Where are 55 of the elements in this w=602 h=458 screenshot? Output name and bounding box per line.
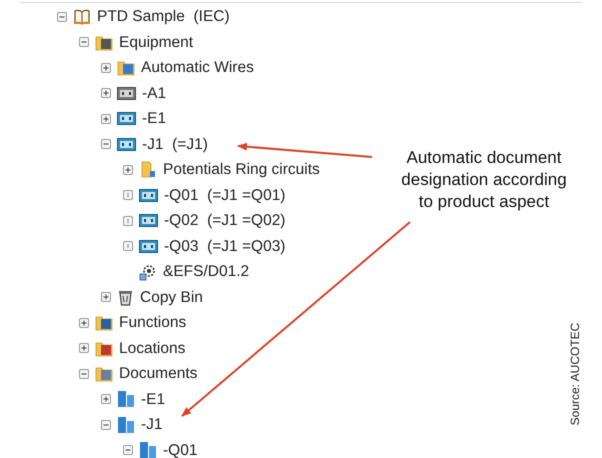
tree-item[interactable]: -Q01 (=J1 =Q01) [164, 188, 286, 203]
collapse-icon[interactable] [101, 139, 111, 150]
locations-folder-icon [95, 340, 113, 357]
document-icon [117, 390, 135, 408]
expand-icon[interactable] [101, 114, 111, 124]
callout-text: Automatic document designation according to product aspect [400, 147, 568, 213]
tree-item[interactable]: Documents [119, 366, 198, 382]
tree-item[interactable]: Potentials Ring circuits [163, 162, 320, 178]
collapse-icon[interactable] [57, 12, 67, 22]
tree-item[interactable]: -E1 [142, 111, 166, 126]
document-icon [117, 416, 135, 434]
tree-item[interactable]: Locations [119, 340, 186, 356]
expand-icon[interactable] [101, 62, 111, 73]
functions-folder-icon [95, 314, 113, 332]
tree-item[interactable]: -E1 [141, 392, 166, 407]
symbol-icon [139, 262, 157, 281]
tree-item[interactable]: Functions [119, 315, 186, 330]
device-icon [139, 213, 158, 228]
expand-icon[interactable] [79, 343, 89, 354]
expand-icon[interactable] [123, 164, 133, 175]
collapse-icon[interactable] [101, 420, 111, 430]
device-icon [117, 111, 136, 126]
bin-icon [117, 288, 134, 306]
document-icon [139, 441, 157, 458]
documents-folder-icon [95, 365, 113, 382]
tree-item[interactable]: -J1 [141, 417, 163, 432]
tree-item[interactable]: -Q01 [163, 442, 198, 458]
expander-icon[interactable] [123, 216, 133, 226]
source-credit: Source: AUCOTEC [567, 322, 583, 428]
device-icon [117, 86, 136, 101]
tree-item[interactable]: Equipment [119, 34, 194, 50]
equipment-folder-icon [95, 34, 113, 51]
tree-item[interactable]: -J1 (=J1) [142, 136, 208, 152]
tree-item[interactable]: -A1 [142, 86, 166, 101]
tree-item[interactable]: &EFS/D01.2 [163, 264, 250, 280]
tree-item[interactable]: Automatic Wires [141, 60, 254, 76]
tree-item[interactable]: Copy Bin [140, 290, 203, 305]
tree-item[interactable]: -Q02 (=J1 =Q02) [164, 213, 286, 228]
expand-icon[interactable] [79, 318, 89, 328]
collapse-icon[interactable] [123, 445, 133, 456]
book-icon [73, 8, 91, 26]
wires-folder-icon [117, 59, 135, 76]
collapse-icon[interactable] [79, 368, 89, 379]
expand-icon[interactable] [101, 394, 111, 404]
device-icon [117, 136, 136, 152]
expander-icon[interactable] [123, 190, 133, 200]
collapse-icon[interactable] [79, 37, 89, 48]
tree-item[interactable]: -Q03 (=J1 =Q03) [164, 238, 286, 254]
device-icon [139, 188, 158, 203]
folder-icon [139, 161, 157, 178]
device-icon [139, 238, 158, 254]
tree-item[interactable]: PTD Sample (IEC) [97, 9, 230, 24]
expander-icon[interactable] [123, 241, 133, 252]
expand-icon[interactable] [101, 292, 111, 302]
expand-icon[interactable] [101, 88, 111, 98]
